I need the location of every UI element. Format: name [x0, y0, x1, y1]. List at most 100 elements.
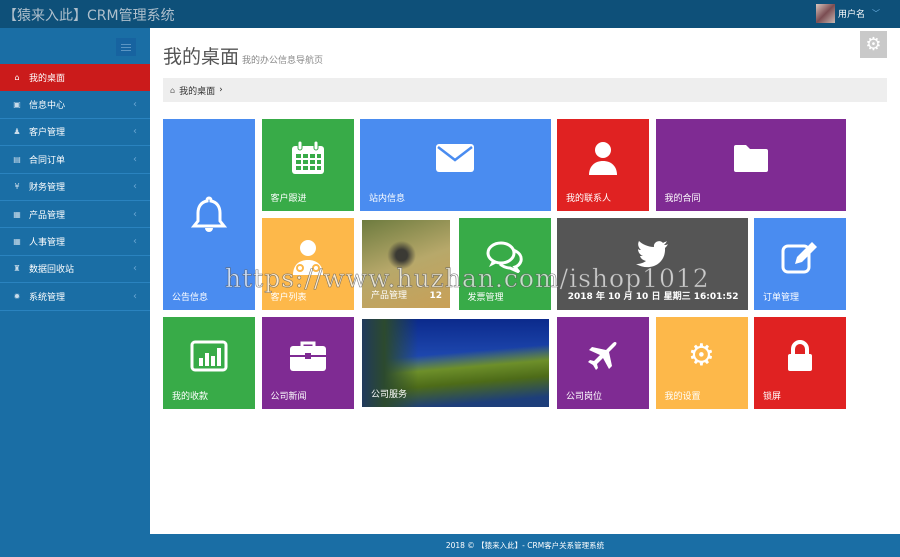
breadcrumb: ⌂ 我的桌面 ›: [163, 78, 887, 102]
datetime-text: 2018 年 10 月 10 日 星期三 16:01:52: [567, 292, 739, 302]
tile-label: 公告信息: [172, 293, 209, 303]
folder-icon: [733, 144, 768, 172]
chevron-left-icon: ‹: [133, 126, 137, 138]
tile-datetime[interactable]: 2018 年 10 月 10 日 星期三 16:01:52: [557, 218, 748, 310]
user-name: 用户名: [837, 10, 865, 20]
sidebar-item-label: 合同订单: [29, 155, 66, 166]
avatar: [815, 4, 835, 23]
tile-label: 我的联系人: [566, 194, 612, 204]
tile-lock[interactable]: 锁屏: [754, 317, 846, 409]
edit-icon: [781, 241, 817, 274]
comments-icon: [486, 241, 523, 273]
tile-label: 公司岗位: [566, 392, 603, 402]
main-content: 我的桌面 我的办公信息导航页 ⚙ ⌂ 我的桌面 › 公告信息 客户跟进 站内信息 …: [150, 28, 900, 534]
top-navbar: 【猿来入此】CRM管理系统 用户名 ﹀: [0, 0, 900, 28]
menu-icon: ♟: [13, 127, 21, 137]
tile-services[interactable]: 公司服务: [360, 317, 551, 409]
sidebar-item-label: 系统管理: [29, 292, 66, 303]
tile-contacts[interactable]: 我的联系人: [557, 119, 649, 211]
tile-label: 我的收款: [172, 392, 209, 402]
envelope-icon: [436, 143, 475, 172]
tile-settings[interactable]: ⚙ 我的设置: [655, 317, 748, 409]
menu-icon: ⌂: [14, 72, 20, 82]
sidebar-item[interactable]: ✹ 系统管理 ‹: [0, 283, 150, 311]
chevron-left-icon: ‹: [133, 263, 137, 275]
menu-icon: ▣: [13, 100, 21, 110]
sidebar-item-label: 人事管理: [29, 238, 66, 249]
sidebar-item[interactable]: ▣ 信息中心 ‹: [0, 91, 150, 119]
tile-label: 我的合同: [664, 194, 701, 204]
sidebar-item[interactable]: ▦ 人事管理 ‹: [0, 228, 150, 256]
tile-label: 公司服务: [371, 390, 408, 400]
tile-label: 站内信息: [369, 194, 406, 204]
twitter-icon: [636, 240, 669, 267]
tile-orders[interactable]: 订单管理: [754, 218, 846, 310]
chevron-left-icon: ‹: [133, 290, 137, 302]
user-menu[interactable]: 用户名 ﹀: [815, 4, 880, 23]
settings-gear-button[interactable]: ⚙: [860, 31, 887, 58]
sidebar-item-label: 信息中心: [29, 101, 66, 112]
menu-icon: ▦: [13, 237, 21, 247]
gear-icon: ⚙: [865, 34, 882, 55]
tile-label: 订单管理: [763, 293, 800, 303]
home-icon: ⌂: [170, 85, 176, 95]
menu-icon: ♜: [13, 264, 21, 274]
sidebar-item[interactable]: ♟ 客户管理 ‹: [0, 119, 150, 147]
bar-chart-icon: [190, 340, 228, 372]
tile-customer-list[interactable]: 客户列表: [261, 218, 354, 310]
tile-positions[interactable]: 公司岗位: [557, 317, 649, 409]
app-brand[interactable]: 【猿来入此】CRM管理系统: [3, 5, 175, 25]
tile-notice[interactable]: 公告信息: [163, 119, 255, 310]
sidebar-item[interactable]: ▤ 合同订单 ‹: [0, 146, 150, 174]
tile-contracts[interactable]: 我的合同: [655, 119, 846, 211]
chevron-left-icon: ‹: [133, 181, 137, 193]
user-md-icon: [292, 239, 323, 275]
chevron-left-icon: ‹: [133, 99, 137, 111]
bell-icon: [191, 195, 227, 232]
tile-invoices[interactable]: 发票管理: [458, 218, 551, 310]
tile-news[interactable]: 公司新闻: [261, 317, 354, 409]
sidebar-item-label: 客户管理: [29, 128, 66, 139]
tile-label: 锁屏: [763, 392, 782, 402]
sidebar-toggle-button[interactable]: [116, 38, 136, 56]
menu-icon: ▦: [13, 209, 21, 219]
plane-icon: [588, 341, 617, 370]
sidebar-item-label: 产品管理: [29, 210, 66, 221]
sidebar-item-label: 数据回收站: [29, 265, 75, 276]
sidebar-item-label: 财务管理: [29, 183, 66, 194]
tile-label: 客户列表: [270, 293, 307, 303]
page-subtitle: 我的办公信息导航页: [242, 56, 324, 66]
tile-count-badge: 12: [429, 291, 442, 301]
sidebar-item[interactable]: ⌂ 我的桌面: [0, 64, 150, 92]
chevron-left-icon: ‹: [133, 208, 137, 220]
sidebar-item[interactable]: ▦ 产品管理 ‹: [0, 201, 150, 229]
chevron-left-icon: ‹: [133, 153, 137, 165]
lock-icon: [788, 339, 812, 371]
calendar-icon: [291, 140, 324, 174]
tile-grid: 公告信息 客户跟进 站内信息 我的联系人 我的合同 客户列表 产品管理 12 发…: [163, 119, 846, 409]
sidebar-menu: ⌂ 我的桌面 ▣ 信息中心 ‹ ♟ 客户管理 ‹ ▤ 合同订单 ‹ ¥ 财务管理 ‹ ▦ 产品管理 ‹ ▦ 人事管理…: [0, 64, 150, 311]
menu-icon: ¥: [14, 182, 20, 192]
page-title: 我的桌面 我的办公信息导航页: [163, 46, 324, 68]
breadcrumb-separator: ›: [219, 85, 223, 95]
tile-products[interactable]: 产品管理 12: [360, 218, 452, 310]
tile-label: 发票管理: [467, 293, 504, 303]
tile-label: 我的设置: [664, 392, 701, 402]
user-icon: [589, 141, 617, 175]
tile-receipts[interactable]: 我的收款: [163, 317, 255, 409]
gears-icon: ⚙: [688, 337, 715, 373]
sidebar-item[interactable]: ¥ 财务管理 ‹: [0, 174, 150, 201]
tile-messages[interactable]: 站内信息: [360, 119, 551, 211]
menu-icon: ▤: [13, 154, 21, 164]
sidebar-item-label: 我的桌面: [29, 73, 66, 84]
tile-label: 客户跟进: [270, 194, 307, 204]
tile-customer-follow[interactable]: 客户跟进: [261, 119, 354, 211]
tile-label: 产品管理: [371, 291, 408, 301]
sidebar: ⌂ 我的桌面 ▣ 信息中心 ‹ ♟ 客户管理 ‹ ▤ 合同订单 ‹ ¥ 财务管理 ‹ ▦ 产品管理 ‹ ▦ 人事管理…: [0, 28, 150, 557]
menu-icon: ✹: [13, 291, 21, 301]
tile-label: 公司新闻: [270, 392, 307, 402]
footer: 2018 © 【猿来入此】- CRM客户关系管理系统: [150, 534, 900, 557]
chevron-left-icon: ‹: [133, 236, 137, 248]
breadcrumb-item[interactable]: 我的桌面: [179, 84, 215, 97]
sidebar-item[interactable]: ♜ 数据回收站 ‹: [0, 256, 150, 284]
